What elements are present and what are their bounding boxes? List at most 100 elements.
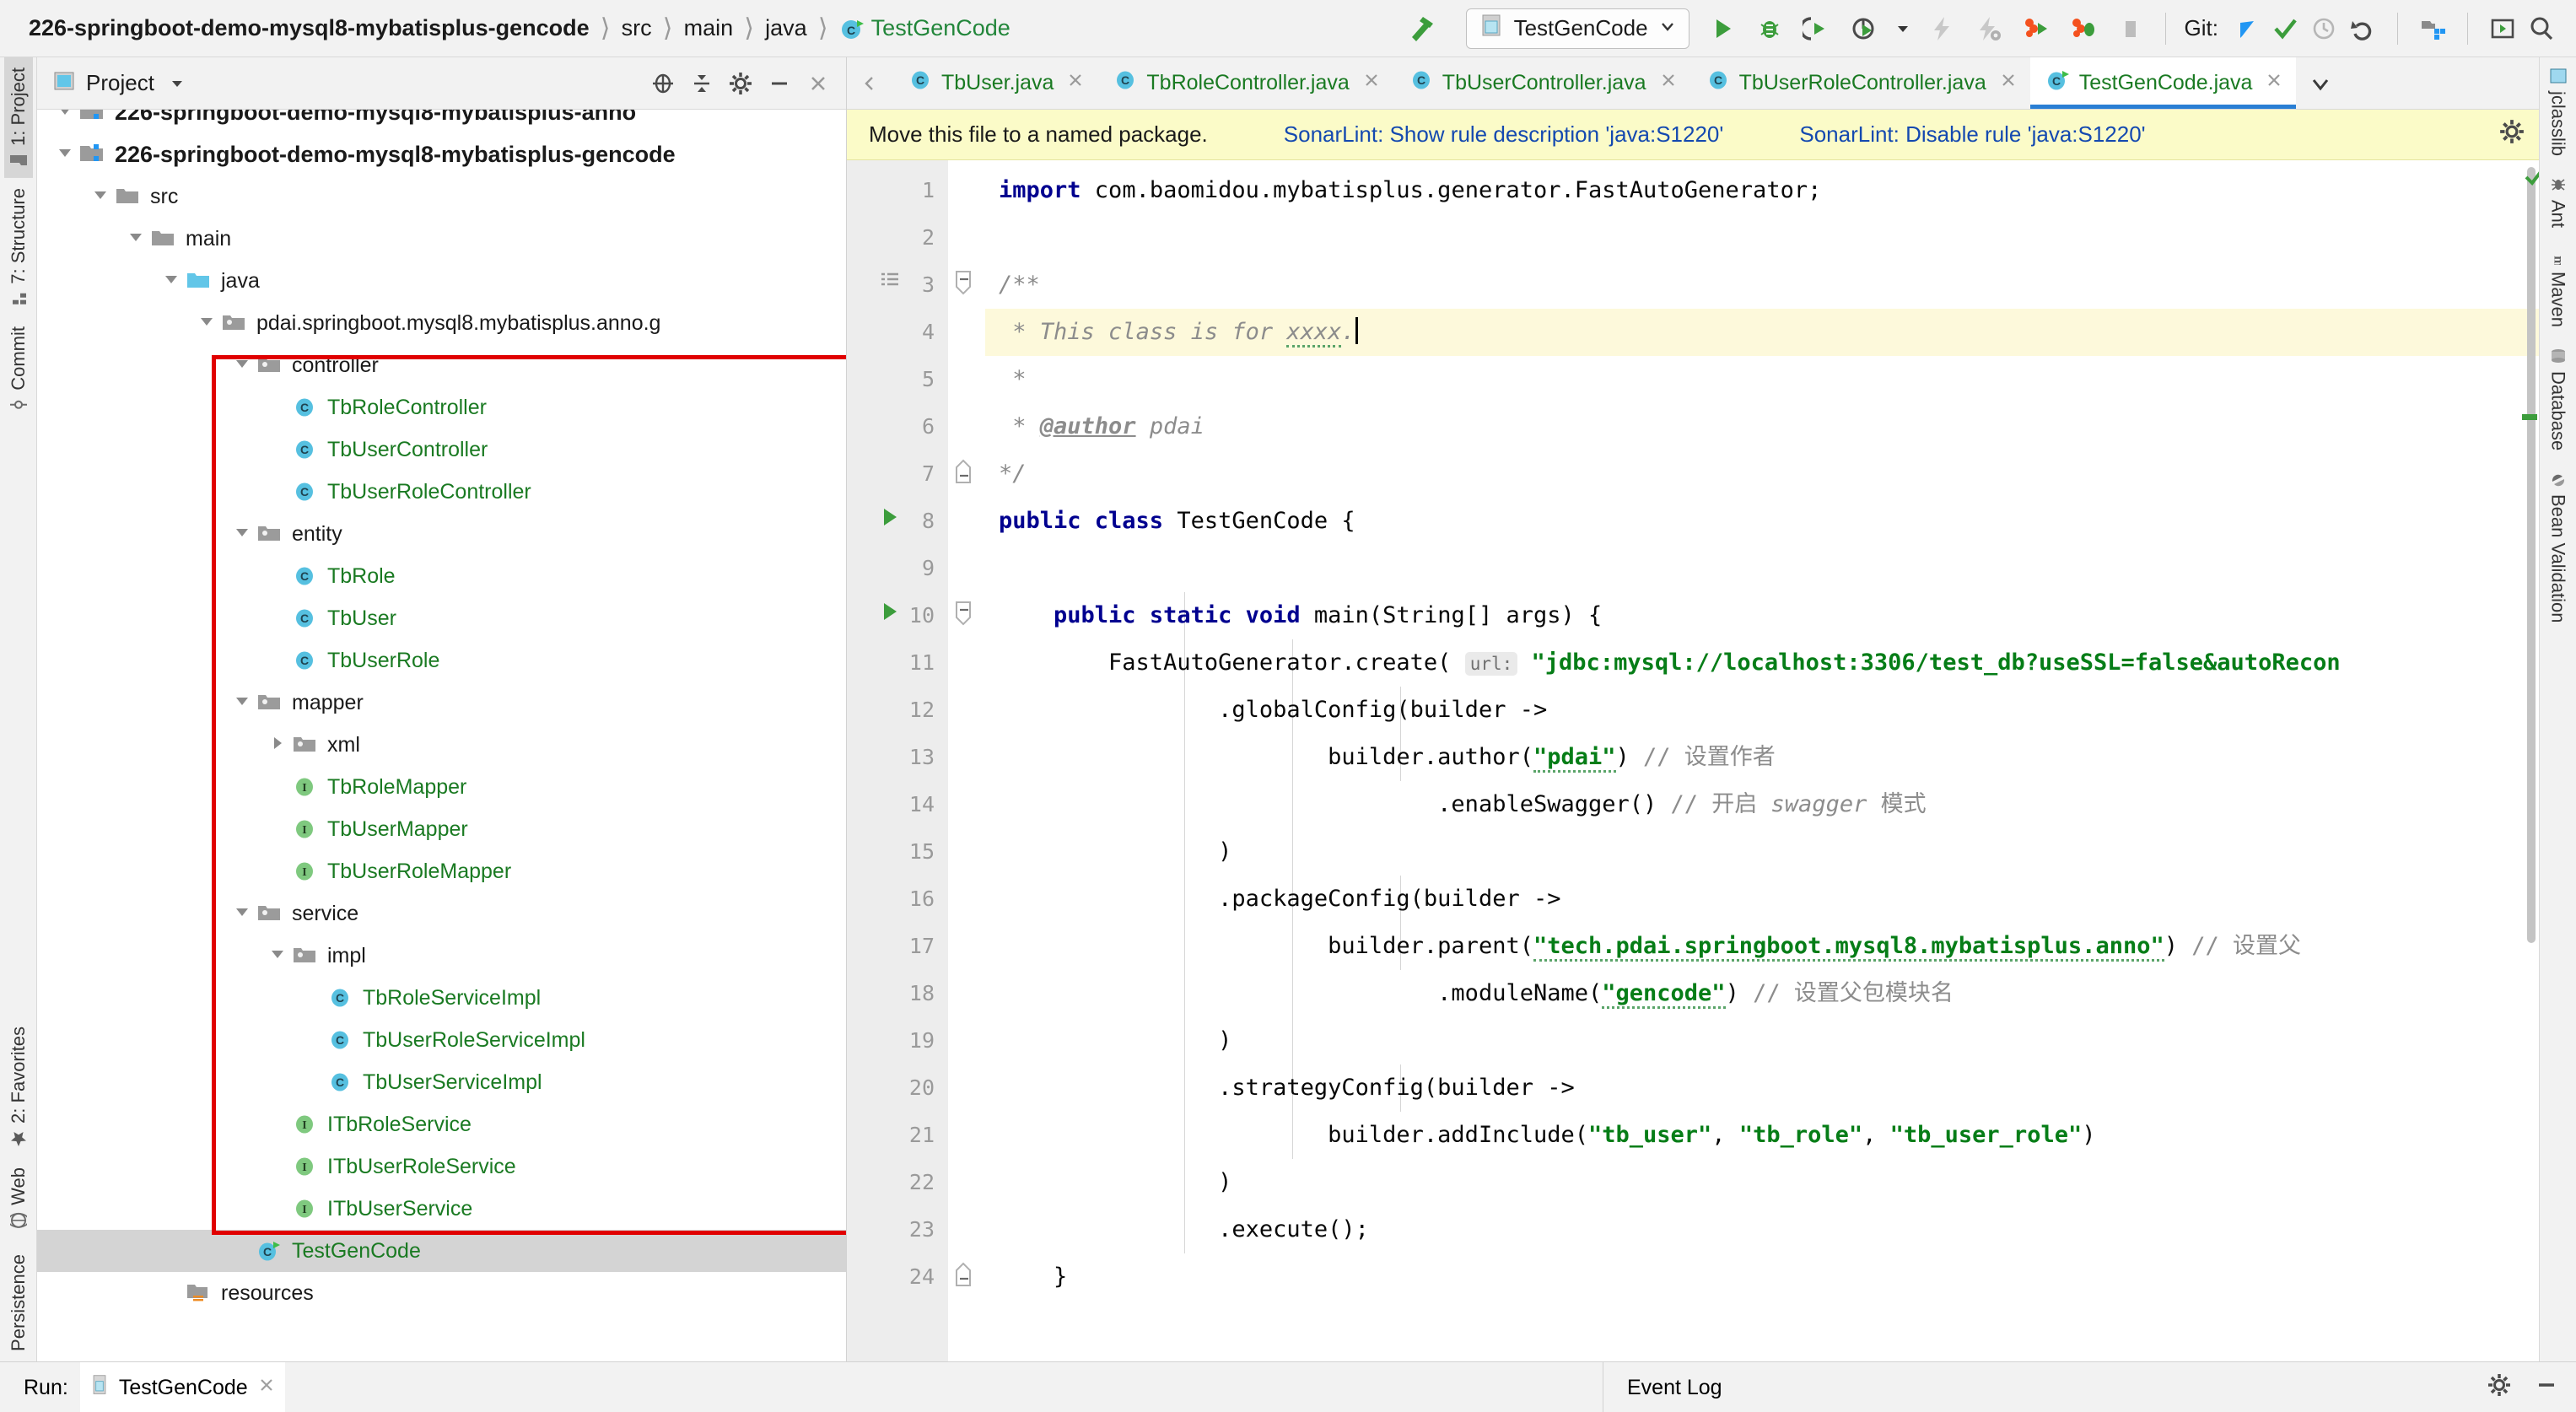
sidebar-item-database[interactable]: Database <box>2544 337 2573 461</box>
minimize-icon[interactable] <box>2534 1372 2559 1404</box>
tree-node-tbuserroleserviceimpl[interactable]: CTbUserRoleServiceImpl <box>37 1019 846 1061</box>
debug-tests-icon[interactable] <box>2064 9 2103 48</box>
git-update-icon[interactable] <box>2227 9 2266 48</box>
breadcrumb-item-java[interactable]: java <box>765 15 807 41</box>
chevron-down-icon[interactable] <box>56 143 78 165</box>
breadcrumb-item-class[interactable]: TestGenCode <box>871 15 1010 41</box>
hammer-icon[interactable] <box>1402 9 1441 48</box>
terminal-icon[interactable] <box>2483 9 2522 48</box>
chevron-down-icon[interactable] <box>268 945 290 967</box>
tree-node-mapper[interactable]: mapper <box>37 682 846 724</box>
chevron-down-icon[interactable] <box>1658 15 1677 41</box>
sidebar-item-jclasslib[interactable]: jclasslib <box>2544 57 2573 166</box>
tree-node-itbuserservice[interactable]: IITbUserService <box>37 1188 846 1230</box>
chevron-down-icon[interactable] <box>233 354 255 376</box>
tree-node-itbuserroleservice[interactable]: IITbUserRoleService <box>37 1145 846 1188</box>
tree-node-itbroleservice[interactable]: IITbRoleService <box>37 1103 846 1145</box>
tree-node-tbuserrolemapper[interactable]: ITbUserRoleMapper <box>37 850 846 892</box>
tree-node-226-springboot-demo-mysql8-mybatisplus-gencode[interactable]: 226-springboot-demo-mysql8-mybatisplus-g… <box>37 133 846 175</box>
tree-node-service[interactable]: service <box>37 892 846 935</box>
debug-icon[interactable] <box>1750 9 1789 48</box>
code-editor[interactable]: 123456789101112131415161718192021222324 … <box>847 160 2539 1361</box>
tree-node-tbrolecontroller[interactable]: CTbRoleController <box>37 386 846 428</box>
tree-node-tbuserserviceimpl[interactable]: CTbUserServiceImpl <box>37 1061 846 1103</box>
tree-node-xml[interactable]: xml <box>37 724 846 766</box>
close-icon[interactable] <box>1998 70 2018 96</box>
close-icon[interactable] <box>806 71 831 96</box>
build-project-icon[interactable] <box>1922 9 1961 48</box>
breadcrumb-item-src[interactable]: src <box>622 15 652 41</box>
tree-node-main[interactable]: main <box>37 218 846 260</box>
tree-node-resources[interactable]: resources <box>37 1272 846 1314</box>
tree-node-tbusercontroller[interactable]: CTbUserController <box>37 428 846 471</box>
search-everywhere-icon[interactable] <box>2522 9 2561 48</box>
editor-gutter[interactable]: 123456789101112131415161718192021222324 <box>847 160 948 1361</box>
sonarlint-disable-rule-link[interactable]: SonarLint: Disable rule 'java:S1220' <box>1799 121 2145 148</box>
profiler-icon[interactable] <box>1845 9 1883 48</box>
editor-tab-testgencode-java[interactable]: CTestGenCode.java <box>2030 57 2297 109</box>
chevron-down-icon[interactable] <box>233 903 255 924</box>
chevron-down-icon[interactable] <box>91 186 113 207</box>
run-icon[interactable] <box>1703 9 1742 48</box>
editor-tab-tbuserrolecontroller-java[interactable]: CTbUserRoleController.java <box>1690 57 2030 109</box>
editor-tab-bar[interactable]: CTbUser.javaCTbRoleController.javaCTbUse… <box>847 57 2539 110</box>
tree-node-testgencode[interactable]: CTestGenCode <box>37 1230 846 1272</box>
sidebar-item-commit[interactable]: Commit <box>4 316 33 423</box>
tree-node-java[interactable]: java <box>37 260 846 302</box>
sidebar-item-web[interactable]: Web <box>4 1157 33 1239</box>
breadcrumb-item-project[interactable]: 226-springboot-demo-mysql8-mybatisplus-g… <box>29 15 590 41</box>
git-commit-check-icon[interactable] <box>2266 9 2304 48</box>
chevron-down-icon[interactable] <box>197 312 219 334</box>
minimize-icon[interactable] <box>767 71 792 96</box>
chevron-down-icon[interactable] <box>233 523 255 545</box>
editor-tab-tbusercontroller-java[interactable]: CTbUserController.java <box>1393 57 1690 109</box>
fold-end-icon[interactable] <box>953 1262 975 1293</box>
tree-node-tbrolemapper[interactable]: ITbRoleMapper <box>37 766 846 808</box>
close-icon[interactable] <box>1658 70 1679 96</box>
gear-icon[interactable] <box>2487 1372 2512 1404</box>
collapse-all-icon[interactable] <box>689 71 714 96</box>
tree-node-impl[interactable]: impl <box>37 935 846 977</box>
breadcrumb-item-main[interactable]: main <box>684 15 734 41</box>
run-gutter-icon[interactable] <box>879 601 901 627</box>
project-structure-icon[interactable] <box>2413 9 2452 48</box>
tree-node-tbroleserviceimpl[interactable]: CTbRoleServiceImpl <box>37 977 846 1019</box>
fold-start-icon[interactable] <box>953 270 975 301</box>
tree-node-pdai-springboot-mysql8-mybatisplus-anno-g[interactable]: pdai.springboot.mysql8.mybatisplus.anno.… <box>37 302 846 344</box>
tree-node-entity[interactable]: entity <box>37 513 846 555</box>
chevron-down-icon[interactable] <box>1892 9 1914 48</box>
tree-node-tbuser[interactable]: CTbUser <box>37 597 846 639</box>
editor-tab-tbuser-java[interactable]: CTbUser.java <box>892 57 1097 109</box>
sonarlint-show-rule-link[interactable]: SonarLint: Show rule description 'java:S… <box>1284 121 1724 148</box>
chevron-down-icon[interactable] <box>168 74 186 93</box>
run-coverage-icon[interactable] <box>1797 9 1836 48</box>
sidebar-item-bean-validation[interactable]: Bean Validation <box>2544 461 2573 633</box>
locate-target-icon[interactable] <box>650 71 676 96</box>
chevron-down-icon[interactable] <box>162 270 184 292</box>
git-rollback-undo-icon[interactable] <box>2343 9 2382 48</box>
sidebar-item-favorites[interactable]: 2: Favorites <box>4 1016 33 1157</box>
sidebar-item-persistence[interactable]: Persistence <box>4 1239 33 1361</box>
project-tree[interactable]: 226-springboot-demo-mysql8-mybatisplus-a… <box>37 110 846 1361</box>
run-tests-icon[interactable] <box>2017 9 2056 48</box>
chevron-left-icon[interactable] <box>847 57 892 109</box>
rebuild-icon[interactable] <box>1970 9 2008 48</box>
tree-node-tbusermapper[interactable]: ITbUserMapper <box>37 808 846 850</box>
close-icon[interactable] <box>256 1375 277 1401</box>
editor-vertical-scrollbar[interactable] <box>2527 167 2536 943</box>
close-icon[interactable] <box>1361 70 1382 96</box>
sidebar-item-maven[interactable]: m Maven <box>2544 238 2573 337</box>
editor-fold-column[interactable] <box>948 160 985 1361</box>
git-history-clock-icon[interactable] <box>2304 9 2343 48</box>
editor-tab-tbrolecontroller-java[interactable]: CTbRoleController.java <box>1097 57 1393 109</box>
gear-icon[interactable] <box>728 71 753 96</box>
tree-node-226-springboot-demo-mysql8-mybatisplus-anno[interactable]: 226-springboot-demo-mysql8-mybatisplus-a… <box>37 110 846 133</box>
chevron-down-icon[interactable] <box>233 692 255 714</box>
fold-start-icon[interactable] <box>953 601 975 632</box>
javadoc-marker-icon[interactable] <box>879 270 901 296</box>
run-configuration-selector[interactable]: TestGenCode <box>1466 8 1689 49</box>
sidebar-item-structure[interactable]: 7: Structure <box>4 178 33 316</box>
editor-tabs-overflow-chevron-down-icon[interactable] <box>2296 57 2345 109</box>
chevron-down-icon[interactable] <box>56 110 78 123</box>
fold-end-icon[interactable] <box>953 459 975 490</box>
